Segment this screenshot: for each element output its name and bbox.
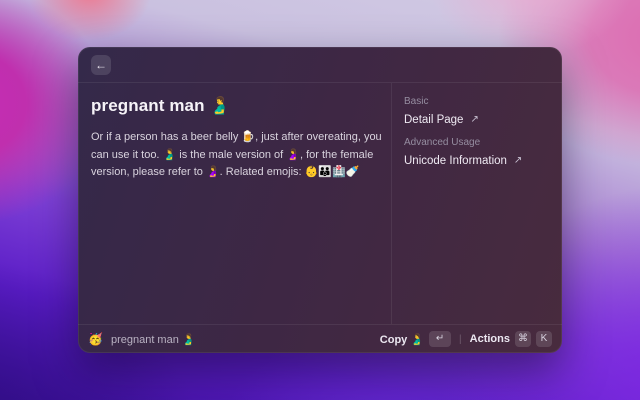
- external-link-icon: ↗: [513, 155, 523, 166]
- selected-item-label: pregnant man 🫃: [110, 333, 196, 346]
- detail-page-link[interactable]: Detail Page ↗: [404, 114, 550, 126]
- back-arrow-icon: ←: [95, 57, 107, 72]
- main-content-panel: pregnant man 🫃 Or if a person has a beer…: [78, 83, 392, 324]
- metadata-section-basic: Basic Detail Page ↗: [404, 96, 550, 126]
- external-link-icon: ↗: [470, 114, 479, 125]
- window-body: pregnant man 🫃 Or if a person has a beer…: [78, 83, 562, 324]
- page-title: pregnant man 🫃: [91, 96, 231, 115]
- action-bar-context: 🥳 pregnant man 🫃: [88, 333, 380, 346]
- emoji-description: Or if a person has a beer belly 🍺, just …: [91, 131, 382, 178]
- return-key-icon: ↵: [429, 331, 452, 347]
- link-label: Unicode Information: [404, 155, 507, 167]
- metadata-panel: Basic Detail Page ↗ Advanced Usage Unico…: [392, 83, 562, 324]
- partying-face-app-icon: 🥳: [88, 332, 103, 346]
- section-label: Advanced Usage: [404, 137, 481, 148]
- window-header: ←: [78, 47, 562, 83]
- copy-action-button[interactable]: Copy 🫃: [380, 333, 424, 346]
- metadata-section-advanced-usage: Advanced Usage Unicode Information ↗: [404, 137, 550, 167]
- k-key-icon: K: [536, 331, 552, 347]
- footer-divider: |: [459, 333, 462, 345]
- link-label: Detail Page: [404, 114, 464, 126]
- section-label: Basic: [404, 96, 429, 107]
- emoji-detail-window: ← pregnant man 🫃 Or if a person has a be…: [78, 47, 562, 353]
- action-bar-actions: Copy 🫃 ↵ | Actions ⌘ K: [380, 331, 552, 347]
- actions-menu-button[interactable]: Actions: [470, 333, 510, 345]
- command-key-icon: ⌘: [515, 331, 531, 347]
- action-bar: 🥳 pregnant man 🫃 Copy 🫃 ↵ | Actions ⌘ K: [78, 324, 562, 353]
- unicode-information-link[interactable]: Unicode Information ↗: [404, 155, 550, 167]
- back-button[interactable]: ←: [91, 54, 111, 75]
